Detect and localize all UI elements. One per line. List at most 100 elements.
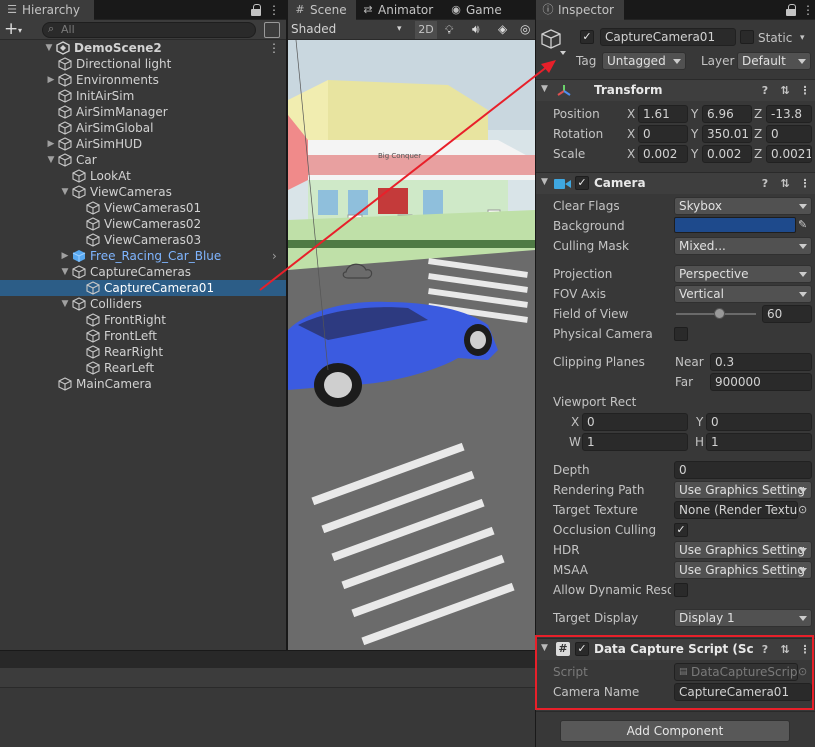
camera-enabled-checkbox[interactable]: ✓	[575, 176, 589, 190]
tab-animator[interactable]: ⇄ Animator	[356, 0, 444, 20]
hierarchy-item[interactable]: FrontLeft	[0, 328, 286, 344]
hierarchy-item[interactable]: ViewCameras03	[0, 232, 286, 248]
tag-dropdown[interactable]: Untagged	[602, 52, 686, 70]
hdr-dropdown[interactable]: Use Graphics Setting	[674, 541, 812, 559]
preset-icon[interactable]: ⇅	[778, 84, 792, 98]
scale-y-field[interactable]: 0.002	[702, 145, 752, 163]
hierarchy-item[interactable]: AirSimGlobal	[0, 120, 286, 136]
tab-inspector[interactable]: ⓘ Inspector	[536, 0, 624, 20]
help-icon[interactable]: ?	[758, 84, 772, 98]
kebab-menu-icon[interactable]: ⋮	[802, 3, 814, 17]
hierarchy-item[interactable]: ViewCameras02	[0, 216, 286, 232]
active-checkbox[interactable]: ✓	[580, 30, 594, 44]
hierarchy-item[interactable]: AirSimManager	[0, 104, 286, 120]
near-field[interactable]: 0.3	[710, 353, 812, 371]
viewport-y-field[interactable]: 0	[706, 413, 812, 431]
far-field[interactable]: 900000	[710, 373, 812, 391]
chevron-down-icon[interactable]: ▾	[800, 29, 805, 47]
tab-hierarchy[interactable]: ☰ Hierarchy	[0, 0, 94, 20]
toggle-2d-button[interactable]: 2D	[415, 21, 437, 39]
hierarchy-item[interactable]: ▶ Free_Racing_Car_Blue ›	[0, 248, 286, 264]
target-texture-field[interactable]: None (Render Textur	[674, 501, 798, 519]
scale-x-field[interactable]: 0.002	[638, 145, 688, 163]
eyedropper-icon[interactable]: ✎	[798, 217, 812, 233]
viewport-x-field[interactable]: 0	[582, 413, 688, 431]
layer-dropdown[interactable]: Default	[737, 52, 811, 70]
preset-icon[interactable]: ⇅	[778, 177, 792, 191]
hierarchy-item[interactable]: ViewCameras01	[0, 200, 286, 216]
culling-mask-dropdown[interactable]: Mixed...	[674, 237, 812, 255]
help-icon[interactable]: ?	[758, 177, 772, 191]
lighting-icon[interactable]: 💡︎	[445, 23, 459, 37]
hierarchy-item[interactable]: ▼ Car	[0, 152, 286, 168]
shading-dropdown[interactable]: Shaded ▾	[291, 20, 409, 40]
expanded-arrow-icon[interactable]: ▼	[60, 184, 70, 200]
occlusion-culling-checkbox[interactable]: ✓	[674, 523, 688, 537]
expanded-arrow-icon[interactable]: ▼	[46, 152, 56, 168]
gameobject-cube-icon[interactable]	[540, 28, 568, 58]
rotation-y-field[interactable]: 350.01	[702, 125, 752, 143]
lock-icon[interactable]	[786, 4, 796, 16]
tab-scene[interactable]: # Scene	[288, 0, 356, 20]
hierarchy-item[interactable]: RearLeft	[0, 360, 286, 376]
clear-flags-dropdown[interactable]: Skybox	[674, 197, 812, 215]
kebab-menu-icon[interactable]: ⋮	[798, 177, 812, 191]
chevron-right-icon[interactable]: ›	[272, 248, 277, 264]
msaa-dropdown[interactable]: Use Graphics Setting	[674, 561, 812, 579]
expanded-arrow-icon[interactable]: ▼	[60, 264, 70, 280]
scene-search-icon[interactable]	[264, 22, 280, 38]
scale-z-field[interactable]: 0.0021	[766, 145, 812, 163]
kebab-menu-icon[interactable]: ⋮	[798, 84, 812, 98]
object-name-field[interactable]: CaptureCamera01	[600, 28, 736, 46]
viewport-h-field[interactable]: 1	[706, 433, 812, 451]
fov-field[interactable]: 60	[762, 305, 812, 323]
collapsed-arrow-icon[interactable]: ▶	[60, 248, 70, 264]
physical-camera-checkbox[interactable]	[674, 327, 688, 341]
target-display-dropdown[interactable]: Display 1	[674, 609, 812, 627]
hierarchy-item[interactable]: LookAt	[0, 168, 286, 184]
hierarchy-item[interactable]: CaptureCamera01	[0, 280, 286, 296]
static-checkbox[interactable]	[740, 30, 754, 44]
scene-viewport[interactable]: Big Conquer	[288, 40, 535, 650]
background-color-swatch[interactable]	[674, 217, 796, 233]
hierarchy-item[interactable]: ▶ Environments	[0, 72, 286, 88]
lock-icon[interactable]	[251, 4, 261, 16]
allow-dynamic-resolution-checkbox[interactable]	[674, 583, 688, 597]
rotation-z-field[interactable]: 0	[766, 125, 812, 143]
viewport-w-field[interactable]: 1	[582, 433, 688, 451]
hierarchy-item[interactable]: InitAirSim	[0, 88, 286, 104]
hierarchy-item[interactable]: ▼ Colliders	[0, 296, 286, 312]
collapsed-arrow-icon[interactable]: ▶	[46, 136, 56, 152]
expanded-arrow-icon[interactable]: ▼	[44, 40, 54, 56]
add-button[interactable]: + ▾	[4, 20, 32, 40]
tab-game[interactable]: ◉ Game	[444, 0, 524, 20]
hierarchy-item[interactable]: Directional light	[0, 56, 286, 72]
kebab-menu-icon[interactable]: ⋮	[268, 3, 280, 17]
expanded-arrow-icon[interactable]: ▼	[60, 296, 70, 312]
position-z-field[interactable]: -13.8	[766, 105, 812, 123]
position-y-field[interactable]: 6.96	[702, 105, 752, 123]
camera-header[interactable]: ▼ ✓ Camera ? ⇅ ⋮	[536, 172, 815, 194]
hidden-objects-icon[interactable]: ◎	[520, 22, 534, 36]
rendering-path-dropdown[interactable]: Use Graphics Setting	[674, 481, 812, 499]
kebab-menu-icon[interactable]: ⋮	[268, 41, 280, 55]
hierarchy-item[interactable]: ▶ AirSimHUD	[0, 136, 286, 152]
position-x-field[interactable]: 1.61	[638, 105, 688, 123]
rotation-x-field[interactable]: 0	[638, 125, 688, 143]
hierarchy-item[interactable]: FrontRight	[0, 312, 286, 328]
hierarchy-item[interactable]: ▼ DemoScene2 ⋮	[0, 40, 286, 56]
hierarchy-item[interactable]: RearRight	[0, 344, 286, 360]
fov-axis-dropdown[interactable]: Vertical	[674, 285, 812, 303]
projection-dropdown[interactable]: Perspective	[674, 265, 812, 283]
depth-field[interactable]: 0	[674, 461, 812, 479]
add-component-button[interactable]: Add Component	[560, 720, 790, 742]
collapsed-arrow-icon[interactable]: ▶	[46, 72, 56, 88]
hierarchy-item[interactable]: MainCamera	[0, 376, 286, 392]
transform-header[interactable]: ▼ Transform ? ⇅ ⋮	[536, 79, 815, 101]
hierarchy-item[interactable]: ▼ ViewCameras	[0, 184, 286, 200]
search-input[interactable]: ⌕ All	[42, 22, 256, 38]
audio-icon[interactable]: 🔊︎	[472, 22, 486, 36]
hierarchy-item[interactable]: ▼ CaptureCameras	[0, 264, 286, 280]
object-picker-icon[interactable]: ⊙	[798, 501, 812, 519]
effects-icon[interactable]: ◈	[498, 22, 512, 36]
